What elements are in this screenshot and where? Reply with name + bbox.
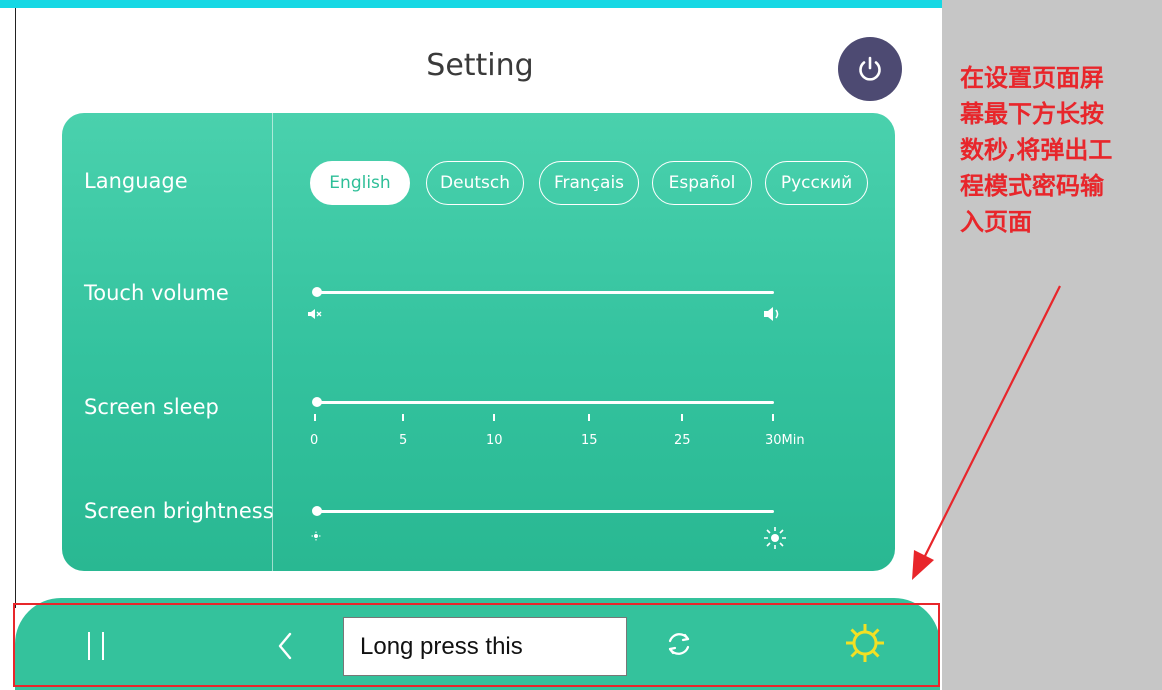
touch-volume-label: Touch volume	[84, 281, 229, 305]
sleep-tick	[681, 414, 683, 421]
annotation-text: 在设置页面屏 幕最下方长按 数秒,将弹出工 程模式密码输 入页面	[960, 63, 1113, 236]
sleep-tick-label: 5	[399, 433, 408, 448]
language-label: Language	[84, 169, 188, 193]
power-icon	[859, 56, 881, 81]
settings-card: Language English Deutsch Français Españo…	[62, 113, 895, 571]
sleep-tick-label: 0	[310, 433, 319, 448]
power-button[interactable]	[838, 37, 902, 101]
sleep-tick-label: 15	[581, 433, 598, 448]
left-border	[15, 8, 16, 608]
sleep-tick	[772, 414, 774, 421]
screen-brightness-slider[interactable]	[316, 510, 774, 513]
touch-volume-handle[interactable]	[312, 287, 322, 297]
screen-sleep-slider[interactable]	[316, 401, 774, 404]
mute-icon	[308, 309, 322, 319]
speaker-icon	[764, 307, 779, 321]
screen-sleep-label: Screen sleep	[84, 395, 219, 419]
screen-brightness-handle[interactable]	[312, 506, 322, 516]
language-option-deutsch[interactable]: Deutsch	[426, 161, 524, 205]
language-option-espanol[interactable]: Español	[652, 161, 752, 205]
sleep-tick	[402, 414, 404, 421]
bright-sun-icon	[764, 527, 786, 549]
screen-sleep-handle[interactable]	[312, 397, 322, 407]
top-color-strip	[0, 0, 942, 8]
sleep-tick	[314, 414, 316, 421]
touch-volume-slider[interactable]	[316, 291, 774, 294]
language-option-russian[interactable]: Русский	[765, 161, 868, 205]
sleep-tick-label: 30Min	[765, 433, 805, 448]
sleep-tick-label: 25	[674, 433, 691, 448]
screen-brightness-label: Screen brightness	[84, 499, 274, 523]
sleep-tick-label: 10	[486, 433, 503, 448]
sleep-tick	[588, 414, 590, 421]
sleep-tick	[493, 414, 495, 421]
dim-sun-icon	[311, 531, 321, 541]
language-option-francais[interactable]: Français	[539, 161, 639, 205]
annotation-arrow-icon	[912, 285, 1061, 580]
page-title: Setting	[426, 48, 534, 83]
language-option-english[interactable]: English	[310, 161, 410, 205]
long-press-highlight-box	[13, 603, 940, 687]
